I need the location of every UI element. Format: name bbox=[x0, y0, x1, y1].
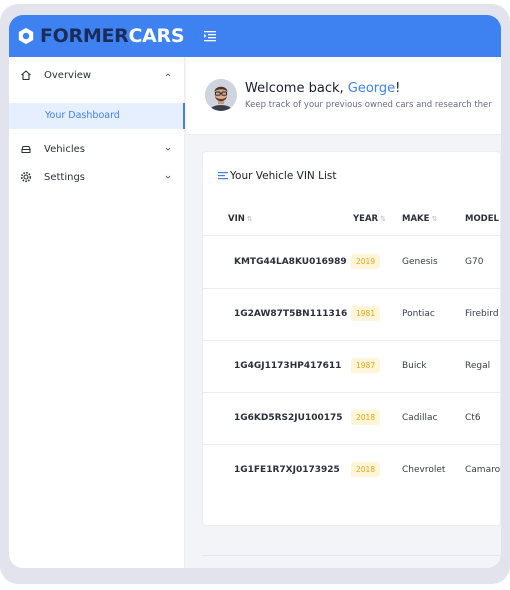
model-cell: Regal bbox=[465, 361, 491, 371]
welcome-subtitle: Keep track of your previous owned cars a… bbox=[245, 100, 492, 110]
list-icon bbox=[218, 172, 228, 180]
chevron-up-icon bbox=[165, 73, 171, 77]
model-cell: Firebird bbox=[465, 309, 499, 319]
chevron-down-icon bbox=[165, 147, 171, 151]
sidebar: Overview Your Dashboard Vehicles Setting… bbox=[9, 57, 185, 568]
sidebar-subitem-dashboard[interactable]: Your Dashboard bbox=[9, 103, 185, 129]
logo-text-former: FORMER bbox=[40, 25, 129, 47]
chevron-down-icon bbox=[165, 175, 171, 179]
card-title: Your Vehicle VIN List bbox=[230, 170, 337, 182]
model-cell: Camaro bbox=[465, 465, 501, 475]
column-header-label: MODEL bbox=[465, 214, 499, 224]
hexagon-logo-icon bbox=[18, 27, 34, 45]
vin-cell: KMTG44LA8KU016989 bbox=[234, 257, 347, 267]
user-portrait-icon bbox=[205, 79, 237, 111]
vin-cell: 1G2AW87T5BN111316 bbox=[234, 309, 348, 319]
sidebar-subitem-label: Your Dashboard bbox=[45, 110, 120, 121]
vin-list-card: Your Vehicle VIN List VIN ⇅ YEAR ⇅ MAKE ⇅ M… bbox=[202, 151, 501, 526]
sidebar-item-label: Overview bbox=[44, 69, 92, 81]
home-icon bbox=[21, 70, 31, 81]
make-cell: Pontiac bbox=[402, 309, 435, 319]
make-cell: Genesis bbox=[402, 257, 438, 267]
app-logo[interactable]: FORMERCARS bbox=[17, 24, 185, 48]
column-header-year[interactable]: YEAR ⇅ bbox=[353, 214, 386, 224]
logo-text-cars: CARS bbox=[128, 25, 185, 47]
sort-icon: ⇅ bbox=[431, 215, 438, 223]
make-cell: Chevrolet bbox=[402, 465, 446, 475]
column-header-vin[interactable]: VIN ⇅ bbox=[228, 214, 253, 224]
menu-toggle-icon[interactable] bbox=[203, 29, 217, 43]
year-badge: 2018 bbox=[351, 462, 381, 477]
greeting-punctuation: ! bbox=[395, 81, 401, 96]
sidebar-item-label: Settings bbox=[44, 171, 86, 183]
year-badge: 2019 bbox=[351, 254, 381, 269]
sidebar-item-label: Vehicles bbox=[44, 143, 85, 155]
vin-cell: 1G1FE1R7XJ0173925 bbox=[234, 465, 340, 475]
table-row[interactable]: 1G1FE1R7XJ0173925 2018 Chevrolet Camaro bbox=[203, 445, 501, 497]
welcome-header: Welcome back, George! Keep track of your… bbox=[186, 57, 501, 135]
column-header-label: YEAR bbox=[353, 214, 379, 224]
year-badge: 1981 bbox=[351, 306, 381, 321]
car-icon bbox=[21, 145, 31, 154]
year-badge: 1987 bbox=[351, 358, 381, 373]
vin-cell: 1G4GJ1173HP417611 bbox=[234, 361, 342, 371]
user-name[interactable]: George bbox=[348, 81, 395, 96]
sort-icon: ⇅ bbox=[380, 215, 386, 223]
column-header-make[interactable]: MAKE ⇅ bbox=[402, 214, 437, 224]
column-header-label: MAKE bbox=[402, 214, 430, 224]
make-cell: Buick bbox=[402, 361, 427, 371]
greeting-text: Welcome back, bbox=[245, 81, 348, 96]
model-cell: G70 bbox=[465, 257, 484, 267]
sidebar-item-vehicles[interactable]: Vehicles bbox=[9, 135, 185, 163]
sidebar-item-settings[interactable]: Settings bbox=[9, 163, 185, 191]
column-header-label: VIN bbox=[228, 214, 245, 224]
sidebar-item-overview[interactable]: Overview bbox=[9, 61, 185, 89]
make-cell: Cadillac bbox=[402, 413, 438, 423]
vin-cell: 1G6KD5RS2JU100175 bbox=[234, 413, 343, 423]
table-row[interactable]: 1G4GJ1173HP417611 1987 Buick Regal bbox=[203, 341, 500, 393]
top-bar: FORMERCARS bbox=[9, 15, 501, 57]
avatar[interactable] bbox=[205, 79, 237, 111]
gear-icon bbox=[20, 171, 32, 183]
divider bbox=[202, 555, 501, 556]
app-window: FORMERCARS Overview Your Dashboard Vehic… bbox=[9, 15, 501, 568]
table-row[interactable]: KMTG44LA8KU016989 2019 Genesis G70 bbox=[203, 237, 500, 289]
column-header-model[interactable]: MODEL⇅ bbox=[465, 214, 500, 224]
table-row[interactable]: 1G2AW87T5BN111316 1981 Pontiac Firebird bbox=[203, 289, 500, 341]
model-cell: Ct6 bbox=[465, 413, 481, 423]
year-badge: 2018 bbox=[351, 410, 381, 425]
page-title: Welcome back, George! bbox=[245, 81, 400, 96]
app-title: FORMERCARS bbox=[40, 24, 185, 48]
sort-icon: ⇅ bbox=[246, 215, 253, 223]
table-header: VIN⇅ YEAR⇅ MAKE⇅ MODEL⇅ bbox=[203, 202, 500, 236]
table-row[interactable]: 1G6KD5RS2JU100175 2018 Cadillac Ct6 bbox=[203, 393, 500, 445]
